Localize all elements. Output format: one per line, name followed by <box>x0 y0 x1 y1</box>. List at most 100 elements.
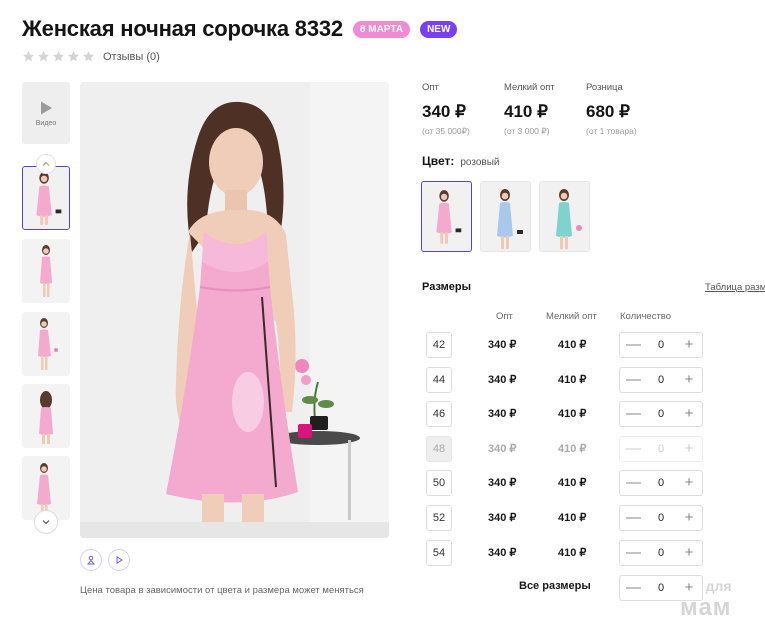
wholesale-price: 340 ₽ <box>488 512 517 524</box>
price-label: Опт <box>422 82 439 93</box>
column-header-wholesale: Опт <box>496 311 513 322</box>
decrement-button: — <box>626 440 641 457</box>
price-label: Мелкий опт <box>504 82 555 93</box>
increment-button[interactable]: + <box>682 372 696 387</box>
thumbnail-image[interactable] <box>22 166 70 230</box>
wholesale-price: 340 ₽ <box>488 443 517 455</box>
increment-button[interactable]: + <box>682 406 696 421</box>
thumbnail-image[interactable] <box>22 384 70 448</box>
product-title: Женская ночная сорочка 8332 <box>22 16 343 41</box>
decrement-button[interactable]: — <box>626 406 641 421</box>
size-label: 44 <box>426 367 452 393</box>
size-row: 50 340 ₽ 410 ₽ — 0 + <box>426 470 706 496</box>
all-sizes-label: Все размеры <box>519 580 591 592</box>
small-wholesale-price: 410 ₽ <box>558 408 587 420</box>
wholesale-price: 340 ₽ <box>488 408 517 420</box>
price-value: 680 ₽ <box>586 102 630 121</box>
increment-button[interactable]: + <box>682 475 696 490</box>
play-video-button[interactable] <box>108 549 130 571</box>
reviews-link[interactable]: Отзывы (0) <box>103 51 160 63</box>
decrement-button[interactable]: — <box>626 475 641 490</box>
chevron-up-icon <box>42 161 50 166</box>
color-swatch-pink[interactable] <box>421 181 472 252</box>
size-row: 52 340 ₽ 410 ₽ — 0 + <box>426 505 706 531</box>
quantity-stepper[interactable]: — 0 + <box>619 367 703 393</box>
product-photo <box>80 82 389 538</box>
star-icon <box>37 50 50 63</box>
quantity-stepper[interactable]: — 0 + <box>619 505 703 531</box>
video-thumbnail[interactable]: Видео <box>22 82 70 144</box>
thumbnails-up-button[interactable] <box>36 154 56 174</box>
badge-8-march: 8 МАРТА <box>352 20 411 38</box>
wholesale-price: 340 ₽ <box>488 547 517 559</box>
size-label: 54 <box>426 540 452 566</box>
media-icons <box>80 549 130 571</box>
small-wholesale-price: 410 ₽ <box>558 339 587 351</box>
size-label: 48 <box>426 436 452 462</box>
person-icon <box>86 555 96 565</box>
decrement-button[interactable]: — <box>626 580 641 595</box>
increment-button[interactable]: + <box>682 337 696 352</box>
increment-button[interactable]: + <box>682 545 696 560</box>
star-icon <box>22 50 35 63</box>
increment-button: + <box>684 440 694 457</box>
small-wholesale-price: 410 ₽ <box>558 374 587 386</box>
price-label: Розница <box>586 82 623 93</box>
small-wholesale-price: 410 ₽ <box>558 443 587 455</box>
price-tiers: Опт 340 ₽ (от 35 000₽) Мелкий опт 410 ₽ … <box>422 82 668 137</box>
quantity-value[interactable]: 0 <box>658 477 664 489</box>
sizes-title: Размеры <box>422 281 472 293</box>
rating-row[interactable]: Отзывы (0) <box>22 50 160 63</box>
quantity-value[interactable]: 0 <box>658 512 664 524</box>
small-wholesale-price: 410 ₽ <box>558 477 587 489</box>
decrement-button[interactable]: — <box>626 510 641 525</box>
price-value: 340 ₽ <box>422 102 466 121</box>
small-wholesale-price: 410 ₽ <box>558 547 587 559</box>
increment-button[interactable]: + <box>682 510 696 525</box>
color-label: Цвет: <box>422 154 455 168</box>
size-label: 46 <box>426 401 452 427</box>
price-tier-wholesale: Опт 340 ₽ (от 35 000₽) <box>422 82 504 137</box>
color-swatch-blue[interactable] <box>480 181 531 252</box>
quantity-value[interactable]: 0 <box>658 374 664 386</box>
thumbnail-image[interactable] <box>22 239 70 303</box>
quantity-stepper: — 0 + <box>619 436 703 462</box>
color-selected-value: розовый <box>460 157 500 168</box>
quantity-stepper[interactable]: — 0 + <box>619 470 703 496</box>
3d-view-button[interactable] <box>80 549 102 571</box>
play-icon <box>116 555 123 565</box>
increment-button[interactable]: + <box>682 580 696 595</box>
column-header-small-wholesale: Мелкий опт <box>546 311 597 322</box>
size-chart-link[interactable]: Таблица разм <box>705 282 765 293</box>
color-swatches <box>421 181 590 252</box>
color-row: Цвет: розовый <box>422 154 500 168</box>
main-product-image[interactable] <box>80 82 389 538</box>
decrement-button[interactable]: — <box>626 337 641 352</box>
thumbnail-image[interactable] <box>22 312 70 376</box>
wholesale-price: 340 ₽ <box>488 339 517 351</box>
quantity-value[interactable]: 0 <box>658 547 664 559</box>
play-icon <box>41 101 52 114</box>
size-label: 52 <box>426 505 452 531</box>
decrement-button[interactable]: — <box>626 545 641 560</box>
thumbnails-down-button[interactable] <box>34 510 58 534</box>
thumbnail-column: Видео <box>22 82 70 520</box>
size-row: 54 340 ₽ 410 ₽ — 0 + <box>426 540 706 566</box>
all-sizes-quantity-stepper[interactable]: — 0 + <box>619 575 703 601</box>
color-swatch-mint[interactable] <box>539 181 590 252</box>
price-condition: (от 35 000₽) <box>422 126 470 136</box>
decrement-button[interactable]: — <box>626 372 641 387</box>
quantity-stepper[interactable]: — 0 + <box>619 540 703 566</box>
quantity-value[interactable]: 0 <box>658 339 664 351</box>
price-condition: (от 1 товара) <box>586 126 637 136</box>
quantity-stepper[interactable]: — 0 + <box>619 332 703 358</box>
small-wholesale-price: 410 ₽ <box>558 512 587 524</box>
quantity-stepper[interactable]: — 0 + <box>619 401 703 427</box>
video-label: Видео <box>35 119 57 127</box>
chevron-down-icon <box>42 520 50 525</box>
column-header-quantity: Количество <box>620 311 672 322</box>
price-condition: (от 3 000 ₽) <box>504 126 550 136</box>
price-value: 410 ₽ <box>504 102 548 121</box>
quantity-value[interactable]: 0 <box>658 408 664 420</box>
quantity-value[interactable]: 0 <box>658 582 664 594</box>
